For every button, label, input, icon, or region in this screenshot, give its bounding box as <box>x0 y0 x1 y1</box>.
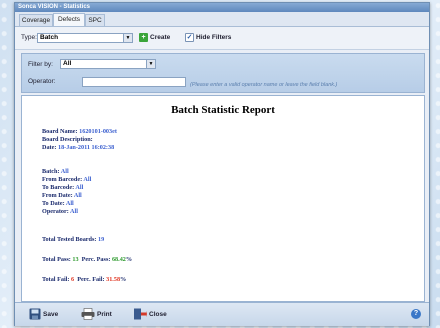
operator-line: Operator: All <box>42 208 78 215</box>
filter-by-select[interactable]: All ▼ <box>60 59 156 69</box>
close-button[interactable]: Close <box>133 308 167 321</box>
board-name-label: Board Name: <box>42 128 78 135</box>
date-value: 18-Jan-2011 16:02:38 <box>57 144 115 151</box>
from-barcode-label: From Barcode: <box>42 176 83 183</box>
batch-line: Batch: All <box>42 168 69 175</box>
from-barcode-value: All <box>83 176 92 183</box>
batch-value: All <box>60 168 69 175</box>
type-select-value: Batch <box>40 34 59 41</box>
perc-pass-value: 68.42 <box>111 256 126 263</box>
perc-pass-label: Perc. Pass: <box>81 256 111 263</box>
tab-spc[interactable]: SPC <box>85 14 105 26</box>
report-operator-value: All <box>70 208 78 215</box>
hide-filters-label: Hide Filters <box>196 34 232 41</box>
total-fail-line: Total Fail: 6 Perc. Fail: 31.58% <box>42 276 126 283</box>
total-fail-value: 6 <box>71 276 75 283</box>
total-tested-line: Total Tested Boards: 19 <box>42 236 104 243</box>
total-pass-label: Total Pass: <box>42 256 71 263</box>
toolbar: Type: Batch ▼ + Create ✓ Hide Filters <box>15 27 429 50</box>
close-label: Close <box>149 311 167 318</box>
checkbox-icon: ✓ <box>185 32 194 42</box>
window-titlebar[interactable]: Sonca VISION - Statistics <box>15 3 429 12</box>
report-title: Batch Statistic Report <box>171 104 275 116</box>
to-date-value: All <box>65 200 74 207</box>
save-label: Save <box>43 311 59 318</box>
create-icon: + <box>139 32 148 42</box>
print-button[interactable]: Print <box>81 308 112 321</box>
board-name-value: 1620101-003et <box>79 128 117 135</box>
operator-input[interactable] <box>82 77 186 87</box>
perc-fail-value: 31.58 <box>106 276 121 283</box>
date-label: Date: <box>42 144 57 151</box>
hide-filters-button[interactable]: ✓ Hide Filters <box>185 32 231 44</box>
print-icon <box>81 308 95 321</box>
window-title: Sonca VISION - Statistics <box>18 4 91 10</box>
perc-pass-sign: % <box>125 256 133 263</box>
to-date-label: To Date: <box>42 200 65 207</box>
report-operator-label: Operator: <box>42 208 69 215</box>
total-pass-value: 13 <box>72 256 79 263</box>
total-tested-label: Total Tested Boards: <box>42 236 97 243</box>
perc-fail-label: Perc. Fail: <box>77 276 105 283</box>
to-barcode-value: All <box>75 184 84 191</box>
from-date-label: From Date: <box>42 192 73 199</box>
print-label: Print <box>97 311 112 318</box>
total-pass-line: Total Pass: 13 Perc. Pass: 68.42% <box>42 256 132 263</box>
from-barcode-line: From Barcode: All <box>42 176 91 183</box>
board-name-line: Board Name: 1620101-003et <box>42 128 117 135</box>
type-label: Type: <box>21 34 37 41</box>
batch-label: Batch: <box>42 168 60 175</box>
to-date-line: To Date: All <box>42 200 74 207</box>
report-view: Batch Statistic Report Board Name: 16201… <box>21 95 425 302</box>
bottom-bar: Save Print Close ? <box>15 302 429 326</box>
filter-by-label: Filter by: <box>28 61 53 68</box>
exit-door-icon <box>134 308 147 320</box>
from-date-value: All <box>73 192 82 199</box>
total-fail-label: Total Fail: <box>42 276 70 283</box>
tab-strip: Coverage Defects SPC <box>15 12 429 27</box>
perc-fail-sign: % <box>120 276 127 283</box>
operator-hint: (Please enter a valid operator name or l… <box>190 82 338 88</box>
filter-by-value: All <box>63 60 72 67</box>
board-description-line: Board Description: <box>42 136 93 143</box>
help-icon[interactable]: ? <box>411 309 421 319</box>
create-button[interactable]: + Create <box>139 32 170 44</box>
from-date-line: From Date: All <box>42 192 82 199</box>
type-select[interactable]: Batch ▼ <box>37 33 133 43</box>
tab-defects[interactable]: Defects <box>53 13 85 26</box>
create-label: Create <box>150 34 171 41</box>
statistics-window: Sonca VISION - Statistics Coverage Defec… <box>14 2 430 326</box>
to-barcode-line: To Barcode: All <box>42 184 83 191</box>
tab-coverage[interactable]: Coverage <box>19 14 53 26</box>
operator-label: Operator: <box>28 78 56 85</box>
save-icon <box>29 308 41 320</box>
board-description-label: Board Description: <box>42 136 93 143</box>
save-button[interactable]: Save <box>29 308 58 321</box>
chevron-down-icon: ▼ <box>123 34 132 42</box>
total-tested-value: 19 <box>97 236 105 243</box>
date-line: Date: 18-Jan-2011 16:02:38 <box>42 144 114 151</box>
chevron-down-icon: ▼ <box>146 60 155 68</box>
to-barcode-label: To Barcode: <box>42 184 75 191</box>
